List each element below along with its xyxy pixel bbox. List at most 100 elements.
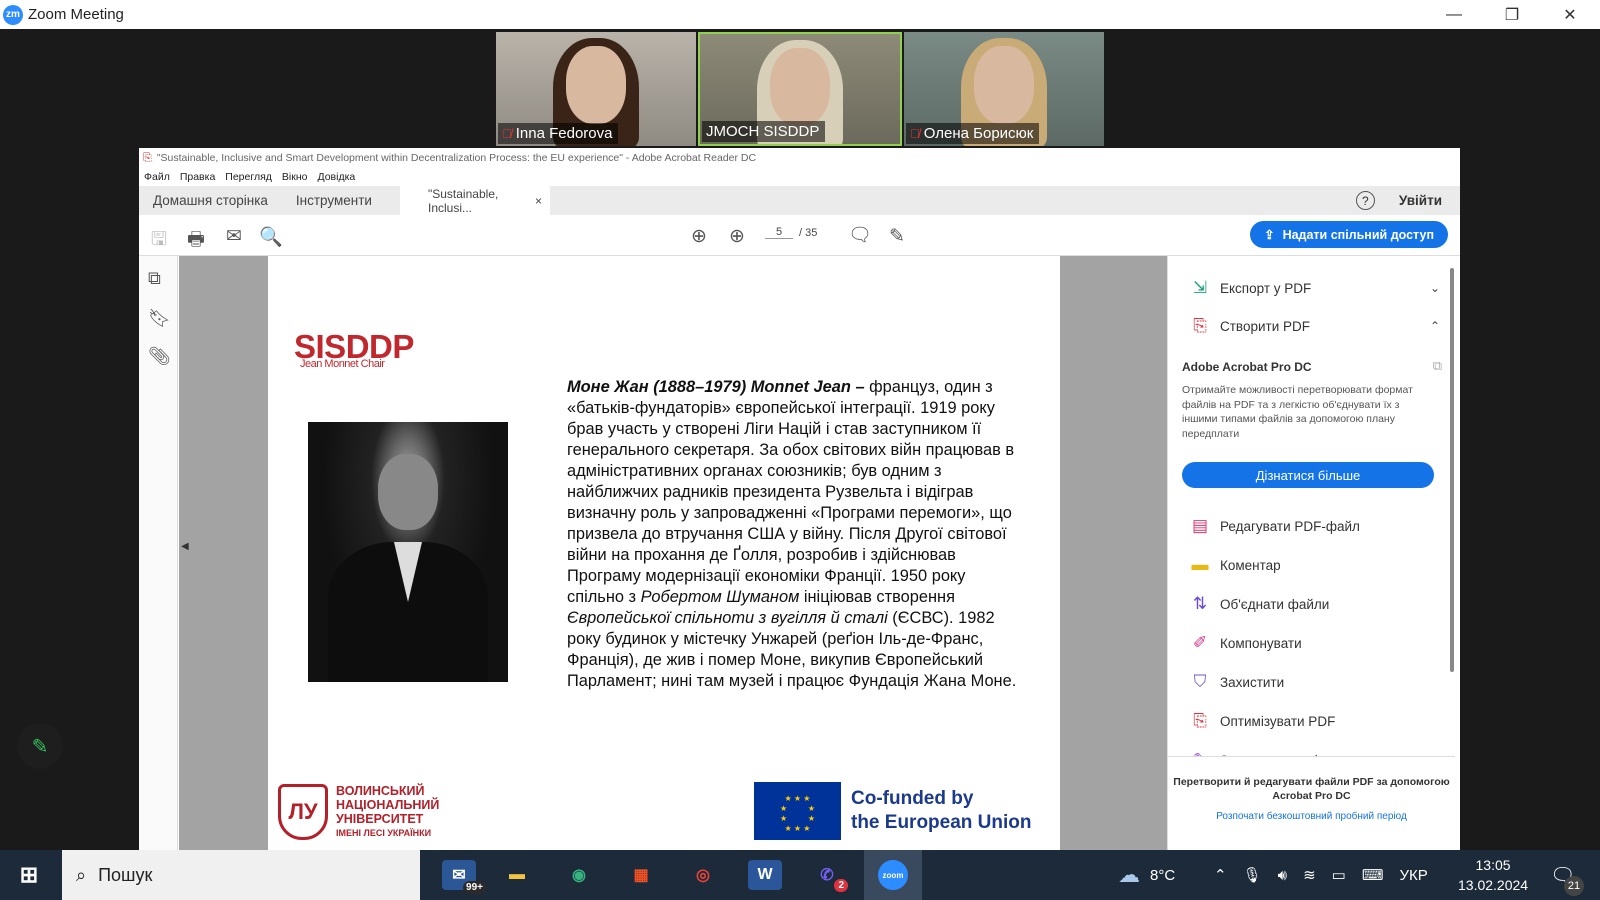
panel-footer: Перетворити й редагувати файли PDF за до… bbox=[1168, 756, 1455, 850]
video-tile-jmoch[interactable]: JMOCH SISDDP bbox=[698, 32, 902, 146]
trial-link[interactable]: Розпочати безкоштовний пробний період bbox=[1168, 811, 1455, 822]
tab-document[interactable]: "Sustainable, Inclusi... × bbox=[399, 186, 550, 215]
tab-document-label: "Sustainable, Inclusi... bbox=[427, 186, 499, 215]
battery-icon[interactable]: ▭ bbox=[1332, 866, 1346, 884]
tool-label: Оптимізувати PDF bbox=[1220, 713, 1336, 729]
eu-flag-icon: ★ ★ ★ ★ ★ ★ ★ ★ ★ ★ bbox=[754, 782, 841, 840]
page-number-input[interactable]: 5 bbox=[765, 226, 793, 239]
minimize-button[interactable]: — bbox=[1425, 0, 1483, 29]
viber-badge: 2 bbox=[834, 879, 848, 892]
tool-label: Компонувати bbox=[1220, 635, 1302, 651]
annotate-pen-button[interactable]: ✎ bbox=[17, 723, 63, 769]
pen-icon[interactable]: ✎ bbox=[885, 225, 909, 248]
pdf-page: SISDDP Jean Monnet Chair Моне Жан (1888–1… bbox=[268, 256, 1060, 850]
clock[interactable]: 13:05 13.02.2024 bbox=[1458, 850, 1528, 900]
mail-icon[interactable]: ✉ 99+ bbox=[442, 860, 486, 894]
share-button[interactable]: ⇪ Надати спільний доступ bbox=[1250, 221, 1448, 248]
edit-pdf-icon: ▤ bbox=[1191, 516, 1209, 535]
prev-page-icon[interactable]: ⊕ bbox=[687, 225, 711, 248]
protect-icon: ⛉ bbox=[1193, 672, 1207, 691]
tool-label: Редагувати PDF-файл bbox=[1220, 518, 1360, 534]
file-explorer-icon[interactable]: ▬ bbox=[500, 860, 534, 890]
share-label: Надати спільний доступ bbox=[1282, 227, 1434, 242]
university-crest-icon: ЛУ bbox=[278, 784, 328, 840]
bio-heading: Моне Жан (1888–1979) Monnet Jean – bbox=[567, 378, 865, 396]
pdf-icon: ⎘ bbox=[143, 151, 152, 164]
menu-bar: Файл Правка Перегляд Вікно Довідка bbox=[139, 168, 1460, 186]
collapse-left-icon[interactable]: ◀ bbox=[181, 541, 189, 552]
weather-temp: 8°C bbox=[1150, 866, 1176, 884]
email-icon[interactable]: ✉ bbox=[222, 225, 246, 248]
learn-more-button[interactable]: Дізнатися більше bbox=[1182, 462, 1434, 488]
organize-icon: ✐ bbox=[1192, 633, 1208, 652]
tab-home[interactable]: Домашня сторінка bbox=[139, 186, 282, 215]
share-icon: ⇪ bbox=[1264, 228, 1275, 242]
print-icon[interactable]: 🖶 bbox=[184, 225, 208, 257]
participant-name: JMOCH SISDDP bbox=[706, 123, 820, 140]
export-pdf-item[interactable]: ⇲ Експорт у PDF ⌄ bbox=[1190, 278, 1440, 298]
tool-label: Захистити bbox=[1220, 674, 1285, 690]
menu-file[interactable]: Файл bbox=[144, 171, 170, 183]
biography-text: Моне Жан (1888–1979) Monnet Jean – франц… bbox=[567, 377, 1017, 692]
tool-item[interactable]: ✐ Компонувати bbox=[1190, 633, 1440, 653]
chrome-icon[interactable]: ◎ bbox=[686, 860, 720, 890]
store-icon[interactable]: ▦ bbox=[624, 860, 658, 890]
help-icon[interactable]: ? bbox=[1355, 191, 1375, 210]
bookmark-icon[interactable]: 🔖︎ bbox=[148, 308, 171, 329]
tool-item[interactable]: ▤ Редагувати PDF-файл bbox=[1190, 516, 1440, 536]
cloud-icon: ☁ bbox=[1118, 862, 1140, 887]
video-tile-inna[interactable]: 🎙̸ Inna Fedorova bbox=[496, 32, 696, 146]
save-icon[interactable]: 🖫 bbox=[147, 225, 171, 257]
language-indicator[interactable]: УКР bbox=[1400, 867, 1428, 884]
tool-item[interactable]: ⛉ Захистити bbox=[1190, 672, 1440, 692]
next-page-icon[interactable]: ⊕ bbox=[725, 225, 749, 248]
document-view[interactable]: ◀ SISDDP Jean Monnet Chair Моне Жан (1888… bbox=[179, 256, 1203, 850]
left-rail: ⧉ 🔖︎ 📎︎ bbox=[139, 256, 178, 850]
pages-icon[interactable]: ⧉ bbox=[148, 268, 161, 289]
tool-item[interactable]: ⎘ Оптимізувати PDF bbox=[1190, 711, 1440, 731]
menu-help[interactable]: Довідка bbox=[317, 171, 355, 183]
microphone-icon[interactable]: 🎙︎ bbox=[1243, 866, 1262, 884]
close-tab-icon[interactable]: × bbox=[535, 194, 542, 208]
create-pdf-item[interactable]: ⎘ Створити PDF ⌃ bbox=[1190, 316, 1440, 336]
windows-start-icon[interactable]: ⊞ bbox=[12, 860, 46, 890]
create-pdf-icon: ⎘ bbox=[1193, 316, 1207, 335]
menu-view[interactable]: Перегляд bbox=[225, 171, 272, 183]
tool-item[interactable]: ▬ Коментар bbox=[1190, 555, 1440, 575]
tool-label: Коментар bbox=[1220, 557, 1281, 573]
taskbar-search[interactable]: ⌕ Пошук bbox=[62, 850, 420, 900]
muted-mic-icon: 🎙̸ bbox=[910, 126, 920, 141]
panel-scrollbar[interactable] bbox=[1450, 268, 1454, 672]
volume-icon[interactable]: 🔊︎ bbox=[1278, 867, 1287, 884]
acrobat-title: "Sustainable, Inclusive and Smart Develo… bbox=[156, 152, 757, 164]
tab-tools[interactable]: Інструменти bbox=[282, 186, 386, 215]
create-label: Створити PDF bbox=[1220, 318, 1310, 334]
restore-button[interactable]: ❐ bbox=[1483, 0, 1541, 29]
keyboard-icon[interactable]: ⌨ bbox=[1362, 866, 1384, 884]
tool-label: Об'єднати файли bbox=[1220, 596, 1330, 612]
word-icon[interactable]: W bbox=[748, 860, 782, 890]
zoom-taskbar-icon[interactable]: zoom bbox=[864, 850, 922, 900]
menu-window[interactable]: Вікно bbox=[282, 171, 308, 183]
weather[interactable]: ☁ 8°C bbox=[1118, 850, 1175, 900]
wifi-icon[interactable]: ≋ bbox=[1303, 866, 1316, 884]
footer-text: Перетворити й редагувати файли PDF за до… bbox=[1173, 776, 1450, 802]
zoom-out-icon[interactable]: 🔍 bbox=[259, 225, 283, 249]
toolbar: 🖫 🖶 ✉ 🔍 ⊕ ⊕ 5 / 35 🗨 ✎ ⇪ Надати спільний … bbox=[139, 215, 1460, 256]
close-button[interactable]: ✕ bbox=[1541, 0, 1599, 29]
zoom-title-bar: zm Zoom Meeting — ❐ ✕ bbox=[0, 0, 1600, 29]
tab-bar: Домашня сторінка Інструменти "Sustainabl… bbox=[139, 186, 1460, 215]
menu-edit[interactable]: Правка bbox=[180, 171, 215, 183]
video-tile-olena[interactable]: 🎙̸ Олена Борисюк bbox=[904, 32, 1104, 146]
chevron-up-icon[interactable]: ⌃ bbox=[1214, 866, 1227, 884]
tools-panel: ⇲ Експорт у PDF ⌄ ⎘ Створити PDF ⌃ Adobe Acr… bbox=[1167, 256, 1460, 850]
edge-icon[interactable]: ◉ bbox=[562, 860, 596, 890]
viber-icon[interactable]: ✆ 2 bbox=[810, 860, 848, 892]
comment-icon[interactable]: 🗨 bbox=[848, 223, 872, 247]
signin-button[interactable]: Увійти bbox=[1399, 193, 1442, 208]
notifications-icon[interactable]: 🗨︎ 21 bbox=[1550, 850, 1584, 900]
tool-item[interactable]: ⇅ Об'єднати файли bbox=[1190, 594, 1440, 614]
bio-part: ініціював створення bbox=[799, 588, 955, 606]
attachment-icon[interactable]: 📎︎ bbox=[148, 346, 171, 367]
univ-line: НАЦІОНАЛЬНИЙ bbox=[336, 798, 440, 812]
